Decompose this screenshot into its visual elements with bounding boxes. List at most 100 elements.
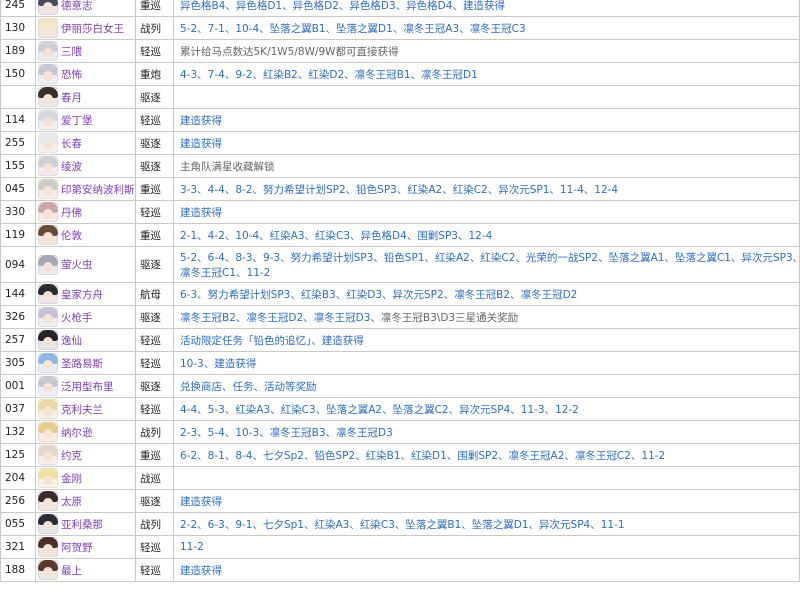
source-link[interactable]: 凛冬王冠D3 — [336, 427, 393, 439]
source-link[interactable]: 10-3 — [235, 427, 259, 439]
source-link[interactable]: 建造获得 — [214, 358, 256, 370]
source-link[interactable]: 4-4 — [180, 404, 197, 416]
source-link[interactable]: 12-2 — [555, 404, 579, 416]
ship-name-link[interactable]: 皇家方舟 — [61, 287, 103, 302]
source-link[interactable]: 红染A3 — [235, 404, 270, 416]
ship-name-link[interactable]: 火枪手 — [61, 310, 93, 325]
ship-name-link[interactable]: 恐怖 — [61, 67, 82, 82]
ship-name-link[interactable]: 萤火虫 — [61, 257, 93, 272]
source-link[interactable]: 红染A2 — [435, 252, 470, 264]
ship-name-link[interactable]: 三隈 — [61, 44, 82, 59]
avatar[interactable] — [38, 18, 58, 38]
ship-name-link[interactable]: 圣路易斯 — [61, 356, 103, 371]
source-link[interactable]: 12-4 — [594, 184, 618, 196]
avatar[interactable] — [38, 202, 58, 222]
ship-name-link[interactable]: 伊丽莎白女王 — [61, 21, 124, 36]
source-link[interactable]: 异次元SP1 — [498, 184, 549, 196]
avatar[interactable] — [38, 376, 58, 396]
source-link[interactable]: 凛冬王冠B1 — [355, 69, 411, 81]
source-link[interactable]: 活动等奖励 — [264, 381, 317, 393]
ship-name-link[interactable]: 金刚 — [61, 471, 82, 486]
source-link[interactable]: 红染B3 — [301, 289, 336, 301]
source-link[interactable]: 红染B1 — [366, 450, 401, 462]
ship-name-link[interactable]: 伦敦 — [61, 228, 82, 243]
ship-name-link[interactable]: 泛用型布里 — [61, 379, 114, 394]
source-link[interactable]: 异色格D2 — [293, 0, 339, 12]
source-link[interactable]: 建造获得 — [180, 138, 222, 150]
source-link[interactable]: 7-4 — [208, 69, 225, 81]
source-link[interactable]: 建造获得 — [180, 207, 222, 219]
source-link[interactable]: 9-1 — [235, 519, 252, 531]
ship-name-link[interactable]: 德意志 — [61, 0, 93, 13]
source-link[interactable]: 红染A2 — [407, 184, 442, 196]
source-link[interactable]: 3-3 — [180, 184, 197, 196]
source-link[interactable]: 凛冬王冠D2 — [521, 289, 578, 301]
avatar[interactable] — [38, 514, 58, 534]
avatar[interactable] — [38, 64, 58, 84]
source-link[interactable]: 红染C2 — [453, 184, 488, 196]
source-link[interactable]: 凛冬王冠D1 — [421, 69, 478, 81]
source-link[interactable]: 坠落之翼D1 — [472, 519, 529, 531]
source-link[interactable]: 凛冬王冠B2 — [180, 312, 236, 324]
source-link[interactable]: 努力希望计划SP3 — [291, 252, 374, 264]
ship-name-link[interactable]: 阿贺野 — [61, 540, 93, 555]
source-link[interactable]: 铅色SP2 — [314, 450, 355, 462]
source-link[interactable]: 6-2 — [180, 450, 197, 462]
source-link[interactable]: 11-3 — [521, 404, 545, 416]
source-link[interactable]: 七夕Sp1 — [263, 519, 304, 531]
avatar[interactable] — [38, 353, 58, 373]
source-link[interactable]: 建造获得 — [180, 565, 222, 577]
avatar[interactable] — [38, 87, 58, 107]
source-link[interactable]: 红染C3 — [360, 519, 395, 531]
source-link[interactable]: 异色格B4 — [180, 0, 225, 12]
avatar[interactable] — [38, 156, 58, 176]
source-link[interactable]: 9-3 — [263, 252, 280, 264]
avatar[interactable] — [38, 284, 58, 304]
source-link[interactable]: 建造获得 — [463, 0, 505, 12]
source-link[interactable]: 7-1 — [208, 23, 225, 35]
source-link[interactable]: 11-2 — [180, 541, 204, 553]
avatar[interactable] — [38, 422, 58, 442]
avatar[interactable] — [38, 560, 58, 580]
ship-name-link[interactable]: 约克 — [61, 448, 82, 463]
source-link[interactable]: 凛冬王冠D3 — [314, 312, 371, 324]
source-link[interactable]: 11-1 — [601, 519, 625, 531]
source-link[interactable]: 8-4 — [235, 450, 252, 462]
source-link[interactable]: 凛冬王冠A2 — [509, 450, 565, 462]
source-link[interactable]: 坠落之翼A1 — [609, 252, 665, 264]
source-link[interactable]: 凛冬王冠B2 — [454, 289, 510, 301]
ship-name-link[interactable]: 太原 — [61, 494, 82, 509]
source-link[interactable]: 努力希望计划SP3 — [208, 289, 291, 301]
source-link[interactable]: 建造获得 — [180, 115, 222, 127]
source-link[interactable]: 凛冬王冠C2 — [575, 450, 631, 462]
ship-name-link[interactable]: 亚利桑那 — [61, 517, 103, 532]
source-link[interactable]: 4-4 — [208, 184, 225, 196]
avatar[interactable] — [38, 307, 58, 327]
source-link[interactable]: 红染C2 — [480, 252, 515, 264]
source-link[interactable]: 异色格D3 — [349, 0, 395, 12]
avatar[interactable] — [38, 179, 58, 199]
source-link[interactable]: 光荣的一战SP2 — [526, 252, 598, 264]
ship-name-link[interactable]: 爱丁堡 — [61, 113, 93, 128]
source-link[interactable]: 2-2 — [180, 519, 197, 531]
avatar[interactable] — [38, 468, 58, 488]
source-link[interactable]: 坠落之翼A2 — [326, 404, 382, 416]
source-link[interactable]: 异次元SP3 — [741, 252, 792, 264]
source-link[interactable]: 4-3 — [180, 69, 197, 81]
source-link[interactable]: 建造获得 — [322, 335, 364, 347]
source-link[interactable]: 红染C3 — [315, 230, 350, 242]
avatar[interactable] — [38, 0, 58, 15]
ship-name-link[interactable]: 丹佛 — [61, 205, 82, 220]
source-link[interactable]: 坠落之翼B1 — [405, 519, 461, 531]
source-link[interactable]: 8-1 — [208, 450, 225, 462]
source-link[interactable]: 铅色SP1 — [384, 252, 425, 264]
source-link[interactable]: 异色格D4 — [361, 230, 407, 242]
source-link[interactable]: 6-3 — [180, 289, 197, 301]
source-link[interactable]: 建造获得 — [180, 496, 222, 508]
source-link[interactable]: 异色格D4 — [406, 0, 452, 12]
source-link[interactable]: 6-4 — [208, 252, 225, 264]
avatar[interactable] — [38, 110, 58, 130]
source-link[interactable]: 凛冬王冠B3 — [270, 427, 326, 439]
source-link[interactable]: 异次元SP4 — [459, 404, 510, 416]
source-link[interactable]: 5-2 — [180, 23, 197, 35]
